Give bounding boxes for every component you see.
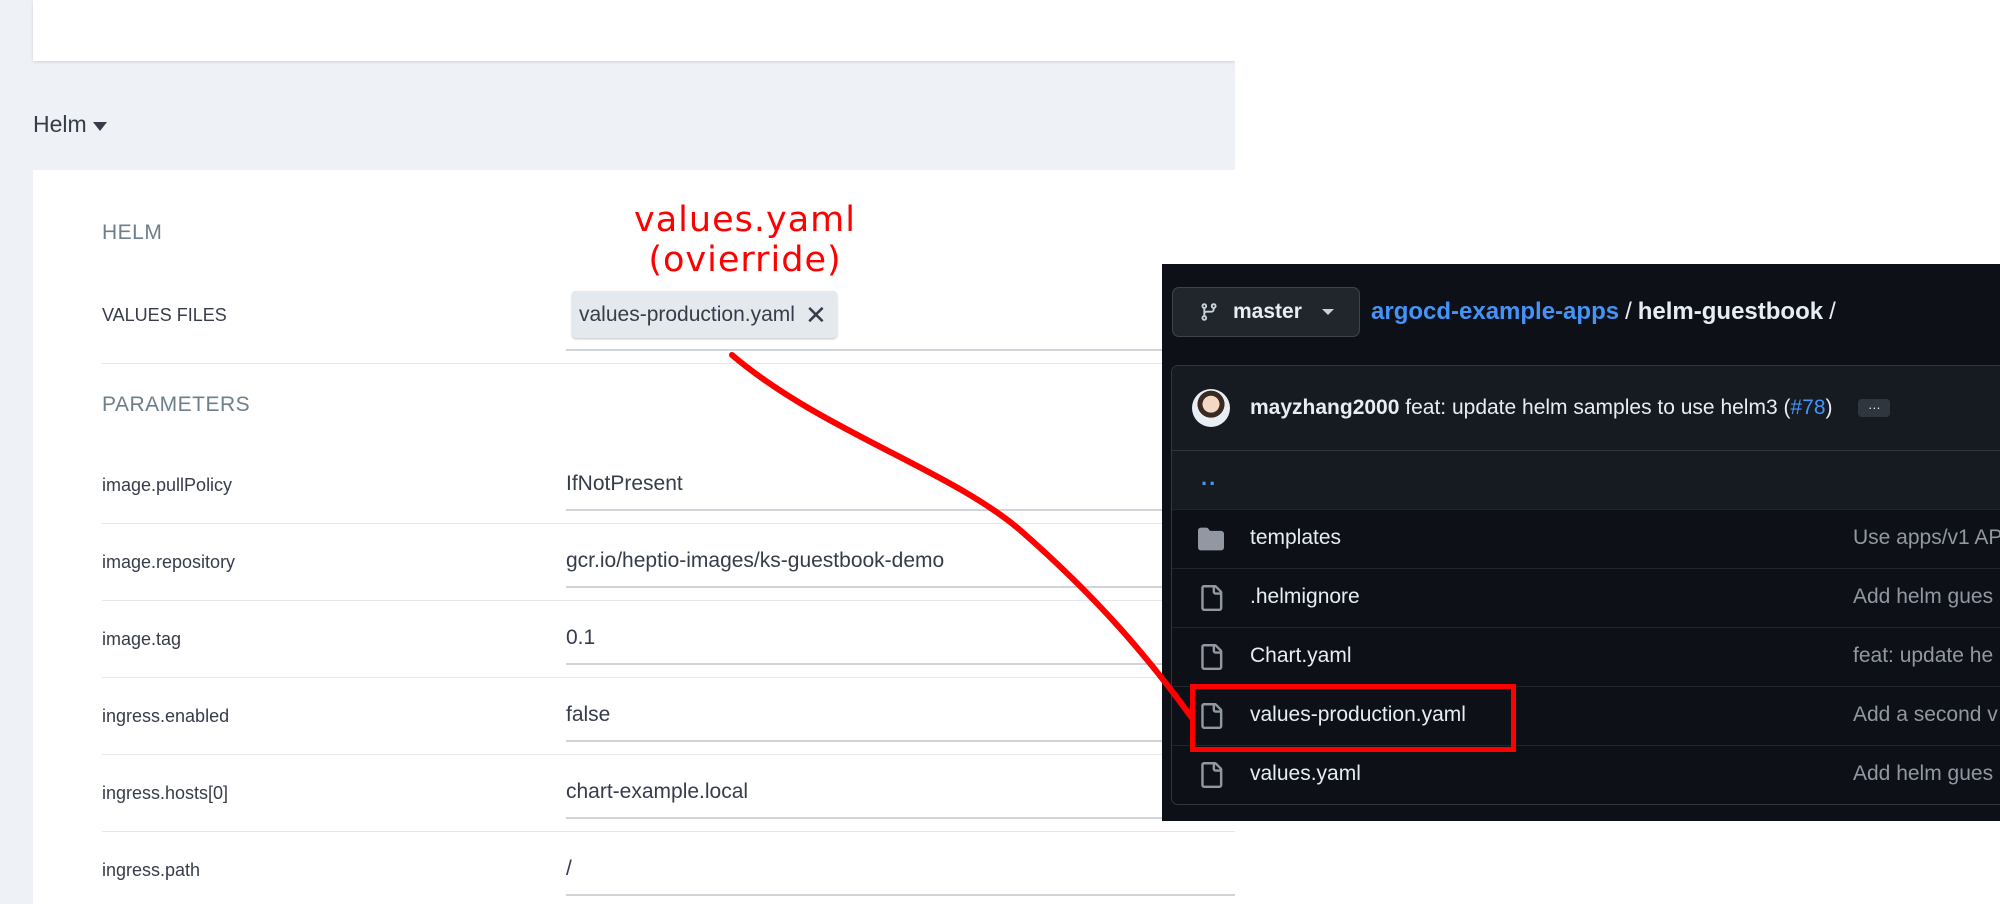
param-value-input[interactable]: gcr.io/heptio-images/ks-guestbook-demo [566,549,944,573]
param-value-input[interactable]: false [566,703,610,727]
file-commit-message[interactable]: Add helm gues [1853,585,1993,609]
list-item[interactable]: Chart.yaml feat: update he [1172,627,2000,686]
github-panel: master argocd-example-apps / helm-guestboo… [1162,264,2000,821]
divider [102,677,1235,678]
parameters-title: PARAMETERS [102,393,251,416]
latest-commit-bar: mayzhang2000 feat: update helm samples t… [1172,366,2000,451]
parent-directory-link[interactable]: .. [1201,465,1217,491]
commit-author-link[interactable]: mayzhang2000 [1250,396,1399,419]
list-item[interactable]: templates Use apps/v1 AP [1172,509,2000,568]
param-underline [566,663,1235,665]
annotation-line-2: (ovierride) [648,240,842,280]
param-value-input[interactable]: chart-example.local [566,780,748,804]
branch-selector-button[interactable]: master [1172,287,1360,337]
param-name: ingress.hosts[0] [102,783,229,803]
file-commit-message[interactable]: Use apps/v1 AP [1853,526,2000,550]
values-file-chip[interactable]: values-production.yaml ✕ [572,291,837,338]
breadcrumb-current-dir: helm-guestbook [1637,298,1824,325]
commit-message-close: ) [1825,396,1833,419]
param-value-input[interactable]: / [566,857,572,881]
file-icon [1201,585,1223,611]
annotation-label: values.yaml (ovierride) [620,200,870,280]
param-value-input[interactable]: 0.1 [566,626,595,650]
divider [102,363,1235,364]
breadcrumb: argocd-example-apps / helm-guestbook / [1371,298,1842,326]
list-item[interactable]: values-production.yaml Add a second v [1172,686,2000,745]
param-underline [566,817,1235,819]
breadcrumb-separator: / [1829,298,1836,325]
expand-commit-button[interactable]: … [1858,398,1891,418]
param-name: image.pullPolicy [102,475,233,495]
values-files-label: VALUES FILES [102,305,227,325]
param-name: image.tag [102,629,182,649]
commit-text: mayzhang2000 feat: update helm samples t… [1250,396,1891,420]
param-underline [566,586,1235,588]
previous-card [33,0,1235,61]
list-item[interactable]: values.yaml Add helm gues [1172,745,2000,804]
git-branch-icon [1201,303,1217,321]
caret-down-icon [92,121,107,131]
pull-request-link[interactable]: #78 [1790,396,1825,419]
file-commit-message[interactable]: Add helm gues [1853,762,1993,786]
commit-message[interactable]: feat: update helm samples to use helm3 ( [1405,396,1790,419]
divider [102,523,1235,524]
avatar[interactable] [1192,389,1230,427]
values-file-chip-label: values-production.yaml [579,302,795,326]
file-icon [1201,762,1223,788]
param-underline [566,740,1235,742]
divider [102,754,1235,755]
file-name-link[interactable]: templates [1250,526,1341,550]
values-files-underline [566,349,1235,351]
param-underline [566,509,1235,511]
helm-section-toggle[interactable]: Helm [33,111,107,138]
argocd-panel: Helm HELM VALUES FILES values-production… [0,0,1235,904]
file-name-link[interactable]: values-production.yaml [1250,703,1466,727]
file-name-link[interactable]: Chart.yaml [1250,644,1352,668]
branch-name: master [1233,300,1302,323]
annotation-line-1: values.yaml [634,200,856,240]
param-name: ingress.path [102,860,201,880]
breadcrumb-repo-link[interactable]: argocd-example-apps [1371,298,1619,325]
file-icon [1201,703,1223,729]
file-name-link[interactable]: .helmignore [1250,585,1360,609]
file-list: mayzhang2000 feat: update helm samples t… [1171,365,2000,805]
file-name-link[interactable]: values.yaml [1250,762,1361,786]
parent-directory-row[interactable]: .. [1172,451,2000,509]
helm-card-title: HELM [102,221,163,244]
helm-section-label: Helm [33,111,87,137]
file-icon [1201,644,1223,670]
folder-icon [1198,527,1224,551]
close-icon[interactable]: ✕ [805,302,827,328]
param-value-input[interactable]: IfNotPresent [566,472,683,496]
divider [102,600,1235,601]
param-name: ingress.enabled [102,706,230,726]
divider [102,831,1235,832]
param-name: image.repository [102,552,236,572]
breadcrumb-separator: / [1625,298,1632,325]
file-commit-message[interactable]: Add a second v [1853,703,1998,727]
list-item[interactable]: .helmignore Add helm gues [1172,568,2000,627]
chevron-down-icon [1321,309,1334,315]
param-underline [566,894,1235,896]
file-commit-message[interactable]: feat: update he [1853,644,1993,668]
